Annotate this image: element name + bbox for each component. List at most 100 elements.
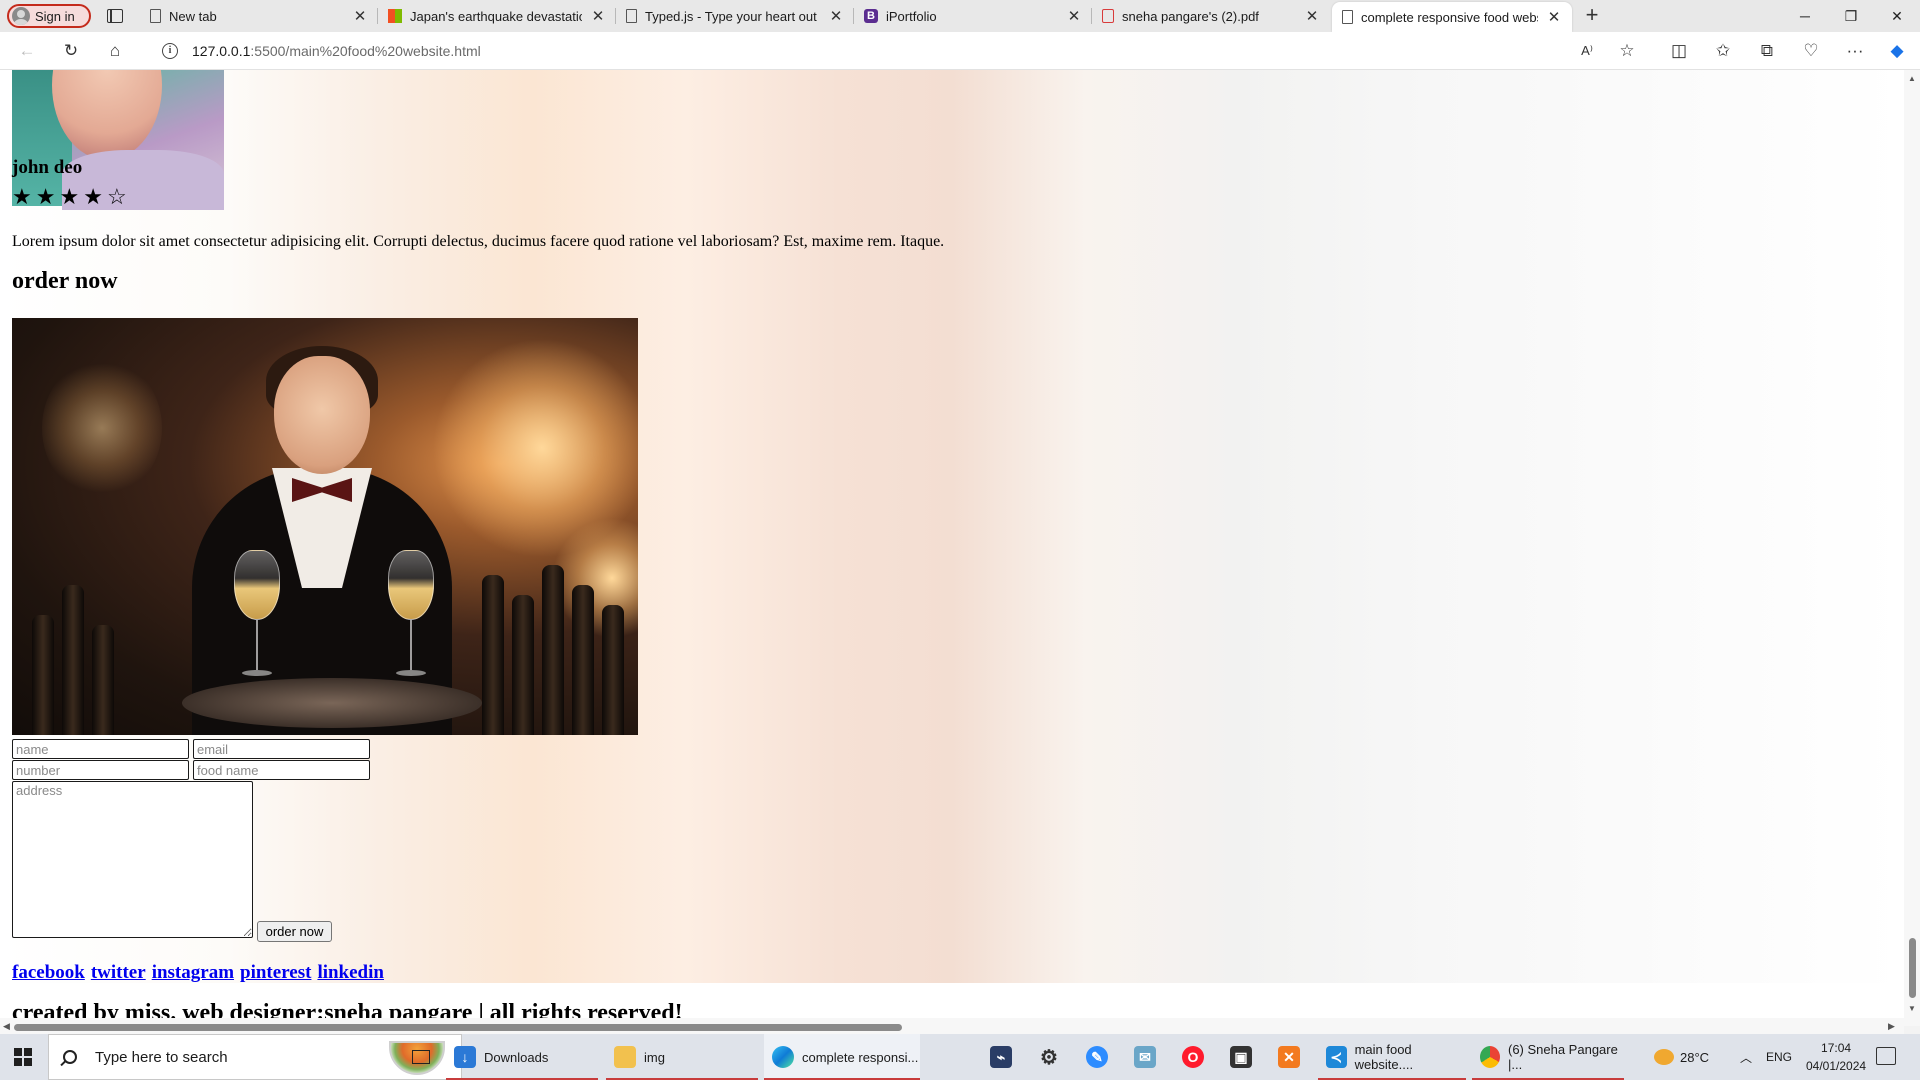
collections-icon[interactable]: ⧉ [1752,39,1782,63]
refresh-icon[interactable]: ↻ [56,39,86,63]
email-input[interactable] [193,739,370,759]
favorites-icon[interactable]: ✩ [1708,39,1738,63]
edge-icon [772,1046,794,1068]
tab-iportfolio[interactable]: B iPortfolio ✕ [854,0,1092,32]
close-tab-icon[interactable]: ✕ [1546,8,1562,26]
url-path: :5500/main%20food%20website.html [250,43,481,59]
notification-icon[interactable] [1876,1047,1896,1065]
windows-start-icon[interactable] [14,1048,32,1066]
page-icon [150,9,161,23]
close-tab-icon[interactable]: ✕ [590,7,606,25]
profile-avatar-icon [12,7,30,25]
taskbar-item-chrome[interactable]: (6) Sneha Pangare |... [1472,1034,1624,1080]
weather-widget[interactable]: 28°C [1654,1034,1709,1080]
chrome-icon [1480,1046,1500,1068]
facebook-link[interactable]: facebook [12,962,85,984]
tab-strip: Sign in New tab ✕ Japan's earthquake dev… [0,0,1920,32]
waitress-photo [12,318,638,735]
taskbar-item-img[interactable]: img [606,1034,758,1080]
restore-icon[interactable]: ❐ [1828,0,1874,32]
pinterest-link[interactable]: pinterest [240,962,311,984]
sign-in-button[interactable]: Sign in [7,4,91,28]
site-info-icon[interactable]: i [162,43,178,59]
linkedin-link[interactable]: linkedin [317,962,384,984]
tab-title: New tab [169,8,217,24]
vscode-icon: ≺ [1326,1046,1347,1068]
name-input[interactable] [12,739,189,759]
vertical-scroll-thumb[interactable] [1909,938,1916,998]
browser-toolbar: ← ↻ ⌂ i 127.0.0.1:5500/main%20food%20web… [0,32,1920,70]
tab-food-website[interactable]: complete responsive food websi ✕ [1332,2,1572,32]
tab-title: sneha pangare's (2).pdf [1122,8,1259,24]
mail-app-icon[interactable]: ✉ [1126,1034,1166,1080]
photoshop-app-icon[interactable]: ⌁ [982,1034,1022,1080]
taskbar: Type here to search ↓ Downloads img comp… [0,1034,1920,1080]
scroll-up-arrow-icon[interactable]: ▲ [1908,74,1916,83]
food-name-input[interactable] [193,760,370,780]
new-tab-plus-icon[interactable]: + [1580,4,1604,28]
b-icon: B [864,9,878,23]
search-icon [63,1050,77,1064]
favorite-star-icon[interactable]: ☆ [1612,39,1642,63]
vertical-scrollbar[interactable]: ▲ ▼ [1904,70,1920,1026]
page-icon [626,9,637,23]
close-tab-icon[interactable]: ✕ [352,7,368,25]
grid-icon [388,9,402,23]
star-filled-icon: ★ [35,184,56,209]
copilot-icon[interactable]: ◆ [1882,39,1912,63]
input-language[interactable]: ENG [1766,1034,1792,1080]
order-now-button[interactable]: order now [257,921,332,942]
tab-actions-icon[interactable] [104,6,126,26]
address-bar[interactable]: i 127.0.0.1:5500/main%20food%20website.h… [146,36,1626,66]
clock-date: 04/01/2024 [1806,1059,1867,1073]
scroll-right-arrow-icon[interactable]: ▶ [1888,1021,1895,1032]
twitter-link[interactable]: twitter [91,962,146,984]
store-bag-icon[interactable]: ▣ [1222,1034,1262,1080]
tab-japan-earthquake[interactable]: Japan's earthquake devastation c ✕ [378,0,616,32]
number-input[interactable] [12,760,189,780]
horizontal-scrollbar[interactable]: ◀ ▶ [0,1018,1904,1034]
split-screen-icon[interactable]: ◫ [1664,39,1694,63]
review-text: Lorem ipsum dolor sit amet consectetur a… [12,233,945,250]
opera-icon[interactable]: O [1174,1034,1214,1080]
weather-sun-icon [1654,1049,1674,1065]
tab-title: Japan's earthquake devastation c [410,8,582,24]
tab-typedjs[interactable]: Typed.js - Type your heart out ✕ [616,0,854,32]
tab-title: complete responsive food websi [1361,9,1538,25]
system-clock[interactable]: 17:04 04/01/2024 [1806,1039,1866,1075]
social-links: facebook twitter instagram pinterest lin… [12,962,384,984]
close-tab-icon[interactable]: ✕ [1304,7,1320,25]
xampp-icon[interactable]: ✕ [1270,1034,1310,1080]
more-menu-icon[interactable]: ··· [1840,39,1870,63]
settings-gear-icon[interactable]: ⚙ [1030,1034,1070,1080]
reviewer-name: john deo [12,157,83,178]
folder-icon [614,1046,636,1068]
minimize-icon[interactable]: ─ [1782,0,1828,32]
paint-app-icon[interactable]: ✎ [1078,1034,1118,1080]
address-textarea[interactable] [12,781,253,938]
tab-title: iPortfolio [886,8,937,24]
close-window-icon[interactable]: ✕ [1874,0,1920,32]
url-host: 127.0.0.1 [192,43,251,59]
home-icon[interactable]: ⌂ [100,39,130,63]
instagram-link[interactable]: instagram [152,962,234,984]
taskbar-item-vscode[interactable]: ≺ main food website.... [1318,1034,1466,1080]
taskbar-item-edge[interactable]: complete responsi... [764,1034,920,1080]
taskbar-item-label: (6) Sneha Pangare |... [1507,1042,1618,1072]
show-hidden-icons-chevron-icon[interactable]: ︿ [1740,1034,1752,1080]
read-aloud-icon[interactable]: A⁾ [1572,39,1602,63]
taskbar-item-downloads[interactable]: ↓ Downloads [446,1034,598,1080]
browser-essentials-icon[interactable]: ♡ [1796,39,1826,63]
page-viewport: john deo ★ ★ ★ ★ ☆ Lorem ipsum dolor sit… [0,70,1904,1026]
close-tab-icon[interactable]: ✕ [1066,7,1082,25]
order-heading: order now [12,268,118,294]
scroll-left-arrow-icon[interactable]: ◀ [3,1021,10,1032]
taskbar-search[interactable]: Type here to search [48,1034,462,1080]
back-arrow-icon[interactable]: ← [12,39,42,63]
horizontal-scroll-thumb[interactable] [14,1024,902,1031]
scroll-down-arrow-icon[interactable]: ▼ [1908,1004,1916,1013]
task-view-icon[interactable] [404,1034,436,1080]
close-tab-icon[interactable]: ✕ [828,7,844,25]
tab-new-tab[interactable]: New tab ✕ [140,0,378,32]
tab-pdf[interactable]: sneha pangare's (2).pdf ✕ [1092,0,1330,32]
